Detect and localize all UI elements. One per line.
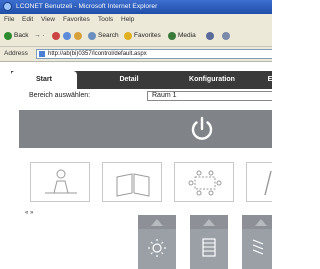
menu-file[interactable]: File [4,14,14,26]
presentation-icon [264,170,272,196]
blind-icon [202,219,216,257]
back-button[interactable]: Back [14,26,28,46]
area-label: Bereich auswählen: [29,92,91,99]
browser-toolbar: Back → · Search Favorites Media [0,26,272,47]
address-url[interactable]: http://ab(bi)0357/lcontrol/default.aspx [48,50,147,58]
address-bar: Address http://ab(bi)0357/lcontrol/defau… [0,47,272,62]
pager-arrows[interactable]: « » [25,209,33,217]
louvre-icon [252,219,267,255]
scene-row [30,162,272,202]
favorites-button[interactable]: Favorites [134,26,161,46]
area-select-value[interactable]: Raum 1 [152,92,177,100]
back-icon[interactable] [4,32,12,40]
tab-konfiguration[interactable]: Konfiguration [169,71,255,89]
refresh-icon[interactable] [63,32,71,40]
scene-button-1[interactable] [30,162,90,202]
menu-edit[interactable]: Edit [22,14,33,26]
address-field[interactable]: http://ab(bi)0357/lcontrol/default.aspx [36,49,272,59]
media-button[interactable]: Media [178,26,196,46]
area-select[interactable]: Raum 1 [147,91,272,101]
tab-detail[interactable]: Detail [89,71,169,89]
blind-control[interactable] [190,215,228,269]
power-bar [19,110,272,148]
tab-more[interactable]: E [263,71,272,89]
mail-icon[interactable] [222,32,230,40]
media-icon[interactable] [168,32,176,40]
search-button[interactable]: Search [98,26,119,46]
address-label: Address [4,50,28,57]
light-control[interactable] [138,215,176,269]
meeting-table-icon [188,170,222,196]
open-book-icon [116,173,150,197]
power-icon[interactable] [187,114,217,144]
favorites-icon[interactable] [124,32,132,40]
search-icon[interactable] [88,32,96,40]
menu-help[interactable]: Help [121,14,134,26]
menu-favorites[interactable]: Favorites [63,14,90,26]
stop-icon[interactable] [52,32,60,40]
history-icon[interactable] [206,32,214,40]
web-page: Start Detail Konfiguration E Bereich aus… [0,62,272,269]
menu-tools[interactable]: Tools [98,14,113,26]
ie-logo-icon [3,2,12,11]
scene-button-3[interactable] [174,162,234,202]
tab-bar: Start Detail Konfiguration E [11,71,272,89]
menu-view[interactable]: View [41,14,55,26]
area-selector-row: Bereich auswählen: Raum 1 [11,89,272,103]
person-at-desk-icon [45,169,77,194]
window-title: LCONET Benutzeli - Microsoft Internet Ex… [16,3,158,10]
page-icon [39,51,45,57]
browser-window: LCONET Benutzeli - Microsoft Internet Ex… [0,0,272,269]
scene-button-4[interactable] [246,162,272,202]
light-icon [148,219,166,257]
home-icon[interactable] [74,32,82,40]
scene-button-2[interactable] [102,162,162,202]
title-bar: LCONET Benutzeli - Microsoft Internet Ex… [0,0,272,14]
tab-start[interactable]: Start [11,71,77,89]
forward-button[interactable]: → · [34,26,44,46]
louvre-control[interactable] [242,215,272,269]
